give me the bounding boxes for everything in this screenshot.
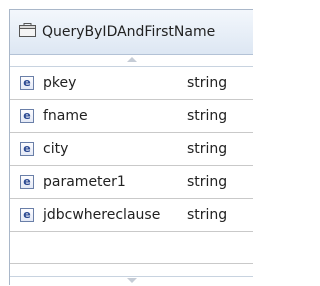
field-type: string [187, 75, 228, 91]
scroll-down-button[interactable] [10, 276, 253, 286]
business-object-panel: QueryByIDAndFirstName e pkey string e fn… [9, 9, 253, 286]
field-name: city [43, 141, 69, 157]
field-name: pkey [43, 75, 77, 91]
scroll-up-button[interactable] [10, 55, 253, 67]
element-icon: e [20, 109, 34, 123]
element-icon: e [20, 76, 34, 90]
field-name: jdbcwhereclause [43, 207, 161, 223]
field-row-city[interactable]: e city string [10, 133, 253, 166]
business-object-header[interactable]: QueryByIDAndFirstName [10, 10, 253, 55]
field-name: fname [43, 108, 88, 124]
empty-row [10, 232, 253, 264]
field-row-jdbcwhereclause[interactable]: e jdbcwhereclause string [10, 199, 253, 232]
business-object-title: QueryByIDAndFirstName [42, 24, 216, 40]
element-icon: e [20, 175, 34, 189]
scroll-down-arrow-icon [127, 278, 137, 283]
field-type: string [187, 141, 228, 157]
field-type: string [187, 108, 228, 124]
field-type: string [187, 174, 228, 190]
element-icon: e [20, 208, 34, 222]
business-object-icon [19, 23, 36, 37]
scroll-up-arrow-icon [127, 57, 137, 62]
field-row-fname[interactable]: e fname string [10, 100, 253, 133]
field-name: parameter1 [43, 174, 126, 190]
field-row-pkey[interactable]: e pkey string [10, 67, 253, 100]
element-icon: e [20, 142, 34, 156]
field-row-parameter1[interactable]: e parameter1 string [10, 166, 253, 199]
field-type: string [187, 207, 228, 223]
